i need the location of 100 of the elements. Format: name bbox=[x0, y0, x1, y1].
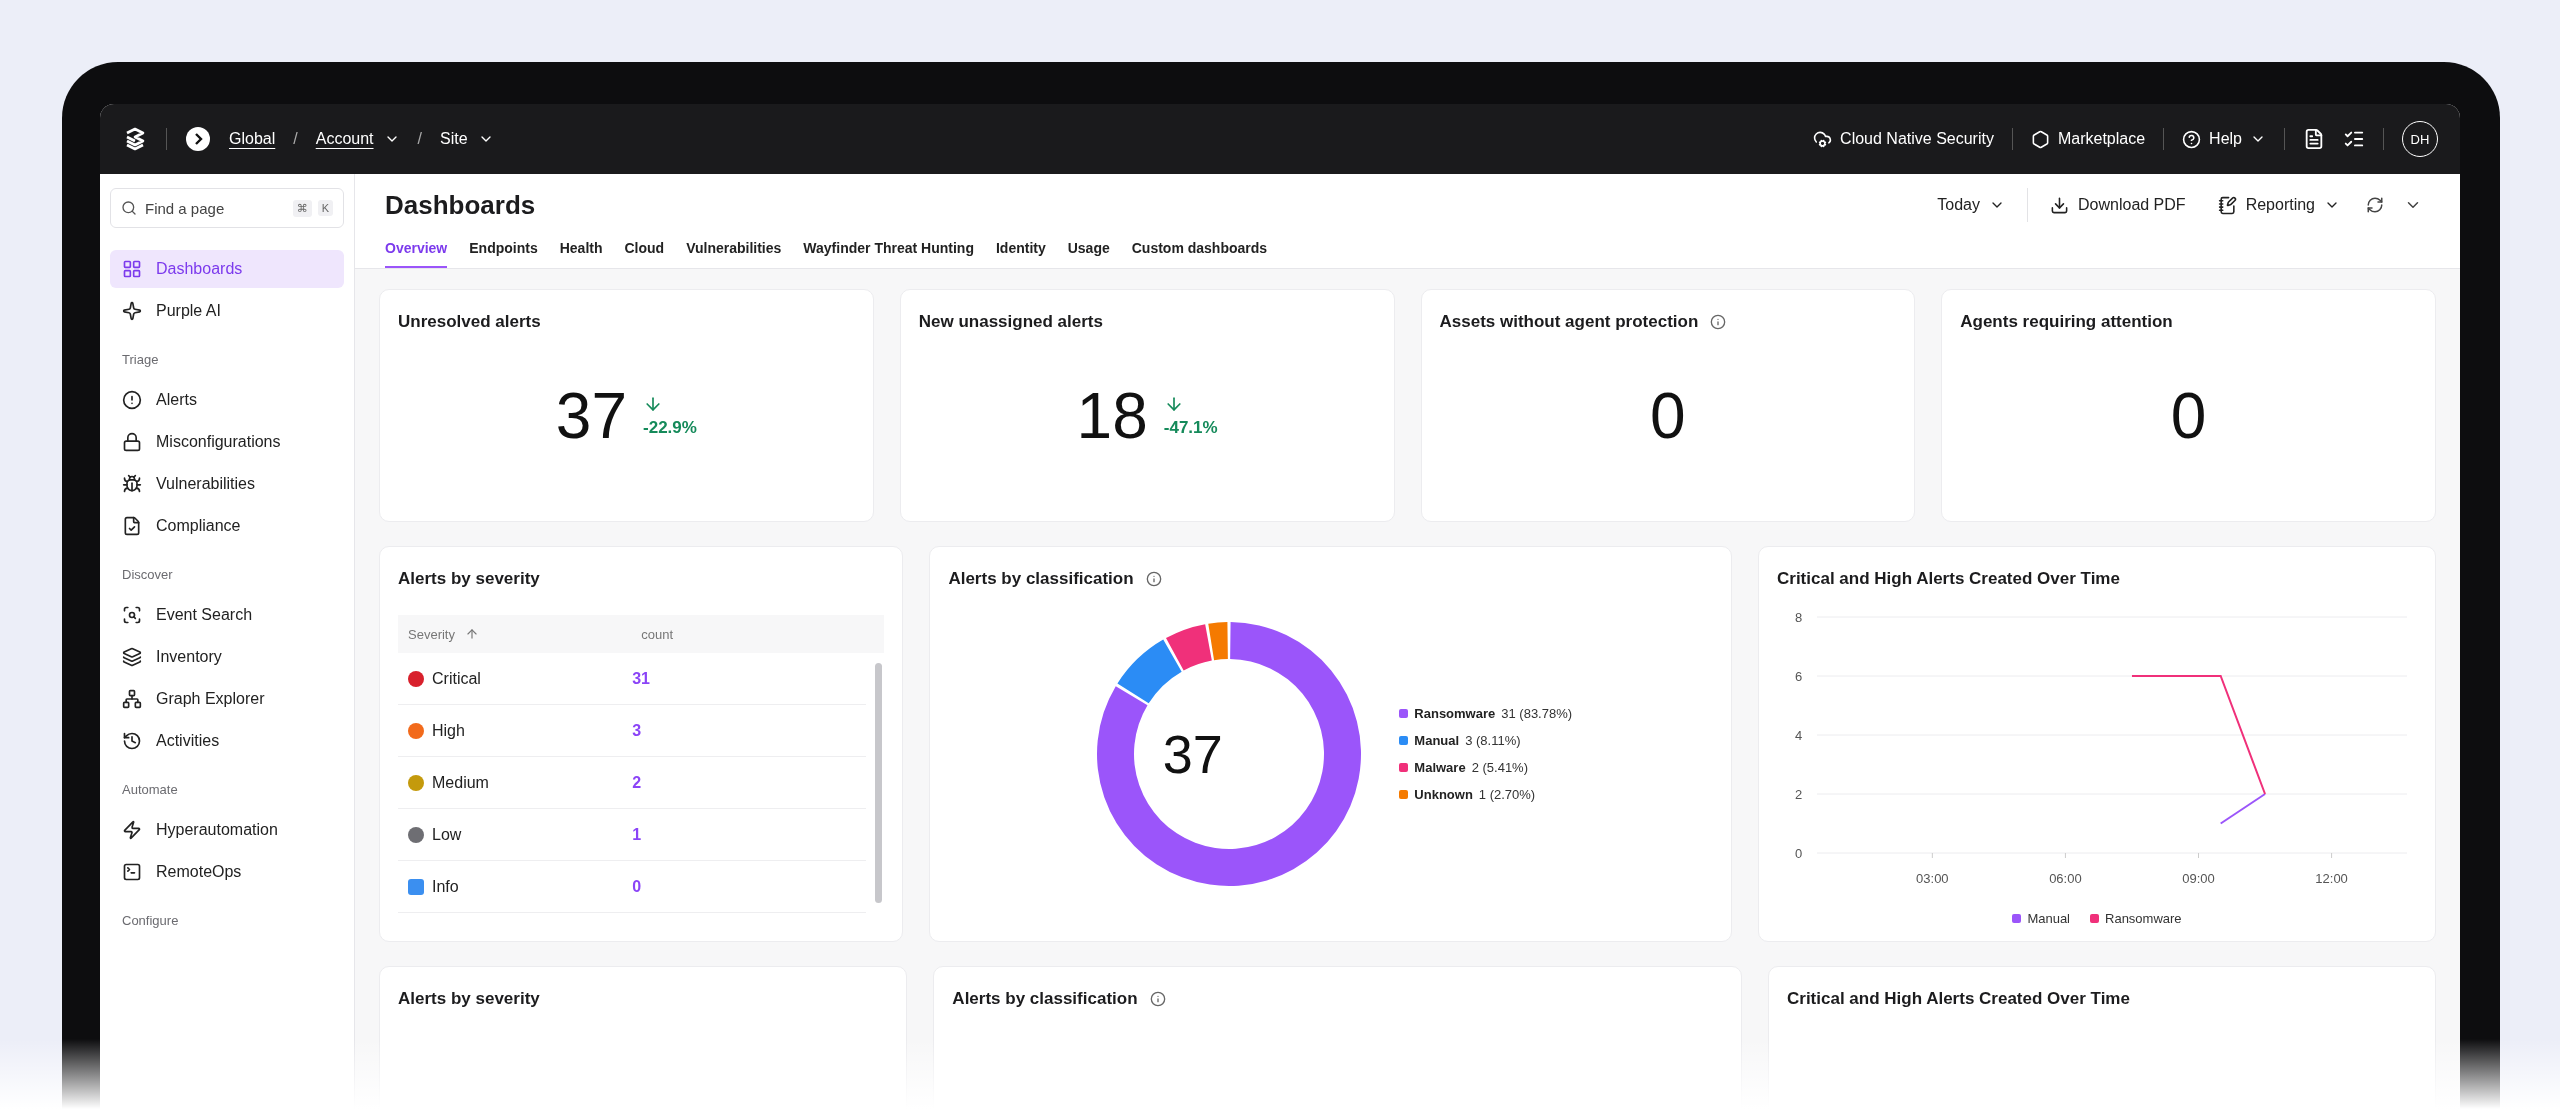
toolbar-button[interactable]: Download PDF bbox=[2034, 195, 2202, 215]
sidebar-heading: Discover bbox=[121, 566, 174, 584]
refresh-icon bbox=[2366, 196, 2384, 214]
tab[interactable]: Overview bbox=[385, 236, 448, 268]
info-icon bbox=[1149, 991, 1166, 1007]
tab[interactable]: Vulnerabilities bbox=[686, 236, 782, 268]
sidebar-item[interactable]: Compliance bbox=[110, 507, 344, 545]
page-title: Dashboards bbox=[385, 189, 536, 221]
cloud-icon bbox=[1813, 129, 1833, 149]
history-icon bbox=[122, 731, 142, 751]
column-header[interactable]: Severity bbox=[408, 626, 642, 642]
card-title: Assets without agent protection bbox=[1439, 312, 1699, 332]
tab[interactable]: Cloud bbox=[624, 236, 665, 268]
sidebar-item[interactable]: Inventory bbox=[110, 638, 344, 676]
terminal-icon bbox=[122, 862, 142, 882]
sidebar-item[interactable]: Vulnerabilities bbox=[110, 465, 344, 503]
toolbar-button[interactable]: Today bbox=[1921, 196, 2021, 214]
card-title: Agents requiring attention bbox=[1960, 312, 2173, 332]
table-cell: Low bbox=[408, 825, 633, 844]
legend-label: Ransomware bbox=[1414, 706, 1496, 721]
axis-label: 4 bbox=[1795, 728, 1803, 743]
card-title: Unresolved alerts bbox=[398, 312, 541, 332]
legend-value: 31 (83.78%) bbox=[1501, 706, 1573, 721]
chevron-circle-icon[interactable] bbox=[185, 126, 211, 152]
legend-value: 2 (5.41%) bbox=[1471, 760, 1528, 775]
top-bar-link[interactable]: Marketplace bbox=[2030, 129, 2146, 149]
legend-label: Ransomware bbox=[2105, 911, 2182, 926]
count-link[interactable]: 31 bbox=[632, 669, 857, 688]
grid-icon bbox=[122, 259, 142, 279]
table-cell: Medium bbox=[408, 773, 633, 792]
column-header[interactable]: count bbox=[641, 626, 875, 642]
trend-value: -47.1% bbox=[1163, 417, 1218, 438]
top-bar-link[interactable]: Cloud Native Security bbox=[1813, 129, 1994, 149]
sidebar-item[interactable]: Activities bbox=[110, 722, 344, 760]
axis-label: 0 bbox=[1795, 846, 1803, 861]
breadcrumb-link[interactable]: Account bbox=[315, 130, 400, 148]
hexagon-icon bbox=[2030, 129, 2050, 149]
count-link[interactable]: 3 bbox=[632, 721, 857, 740]
layers-icon bbox=[122, 647, 142, 667]
sidebar-item[interactable]: Misconfigurations bbox=[110, 423, 344, 461]
tab[interactable]: Custom dashboards bbox=[1131, 236, 1268, 268]
tab[interactable]: Wayfinder Threat Hunting bbox=[803, 236, 974, 268]
info-icon bbox=[1710, 314, 1727, 330]
help-icon bbox=[2182, 129, 2202, 149]
search-bar[interactable]: Find a page ⌘ K bbox=[110, 188, 344, 228]
sidebar-item[interactable]: Event Search bbox=[110, 596, 344, 634]
document-icon[interactable] bbox=[2303, 128, 2325, 150]
list-search-icon bbox=[122, 605, 142, 625]
legend-value: 1 (2.70%) bbox=[1478, 787, 1536, 802]
breadcrumb-link[interactable]: Site bbox=[439, 130, 494, 148]
document-check-icon bbox=[122, 516, 142, 536]
sidebar-item[interactable]: Graph Explorer bbox=[110, 680, 344, 718]
breadcrumb-separator: / bbox=[417, 130, 422, 148]
toolbar-button[interactable]: Reporting bbox=[2201, 195, 2356, 215]
count-link[interactable]: 2 bbox=[632, 773, 857, 792]
axis-label: 06:00 bbox=[2049, 871, 2082, 886]
count-link[interactable]: 0 bbox=[632, 877, 857, 896]
top-bar-link[interactable]: Help bbox=[2182, 129, 2266, 149]
lock-icon bbox=[122, 432, 142, 452]
sidebar-heading: Automate bbox=[121, 781, 179, 799]
download-icon bbox=[2050, 195, 2069, 215]
legend-label: Unknown bbox=[1414, 787, 1473, 802]
metric-value: 0 bbox=[2170, 378, 2207, 453]
metric-value: 0 bbox=[1650, 378, 1686, 453]
lightning-icon bbox=[122, 820, 142, 840]
tab[interactable]: Identity bbox=[995, 236, 1046, 268]
shortcut-key: K bbox=[317, 200, 333, 216]
sidebar-item[interactable]: Purple AI bbox=[110, 292, 344, 330]
legend-label: Manual bbox=[1414, 733, 1460, 748]
axis-label: 2 bbox=[1795, 787, 1803, 802]
legend-value: 3 (8.11%) bbox=[1465, 733, 1521, 748]
legend-label: Malware bbox=[1414, 760, 1466, 775]
shortcut-key: ⌘ bbox=[292, 199, 312, 217]
tab[interactable]: Endpoints bbox=[469, 236, 538, 268]
search-input[interactable]: Find a page bbox=[143, 198, 287, 218]
bug-icon bbox=[122, 474, 142, 494]
scrollbar[interactable] bbox=[875, 663, 883, 903]
graph-icon bbox=[122, 689, 142, 709]
info-icon bbox=[1145, 571, 1162, 587]
sidebar-item[interactable]: RemoteOps bbox=[110, 853, 344, 891]
tab[interactable]: Usage bbox=[1067, 236, 1110, 268]
card-title: Critical and High Alerts Created Over Time bbox=[1787, 989, 2130, 1009]
count-link[interactable]: 1 bbox=[632, 825, 857, 844]
breadcrumb-link[interactable]: Global bbox=[229, 130, 276, 148]
sidebar-item[interactable]: Hyperautomation bbox=[110, 811, 344, 849]
metric-value: 37 bbox=[555, 378, 628, 453]
card-title: Alerts by classification bbox=[948, 569, 1134, 589]
search-icon bbox=[121, 200, 137, 216]
axis-label: 8 bbox=[1795, 610, 1803, 625]
metric-value: 18 bbox=[1076, 378, 1148, 453]
sidebar-item[interactable]: Dashboards bbox=[110, 250, 344, 288]
sidebar-heading: Triage bbox=[121, 351, 160, 369]
notepad-icon bbox=[2217, 195, 2237, 215]
sidebar-item[interactable]: Alerts bbox=[110, 381, 344, 419]
card-title: Alerts by severity bbox=[398, 989, 540, 1009]
card-title: Alerts by severity bbox=[398, 569, 540, 589]
trend-value: -22.9% bbox=[643, 417, 697, 438]
axis-label: 6 bbox=[1795, 669, 1803, 684]
tab[interactable]: Health bbox=[559, 236, 603, 268]
sparkle-icon bbox=[122, 301, 142, 321]
